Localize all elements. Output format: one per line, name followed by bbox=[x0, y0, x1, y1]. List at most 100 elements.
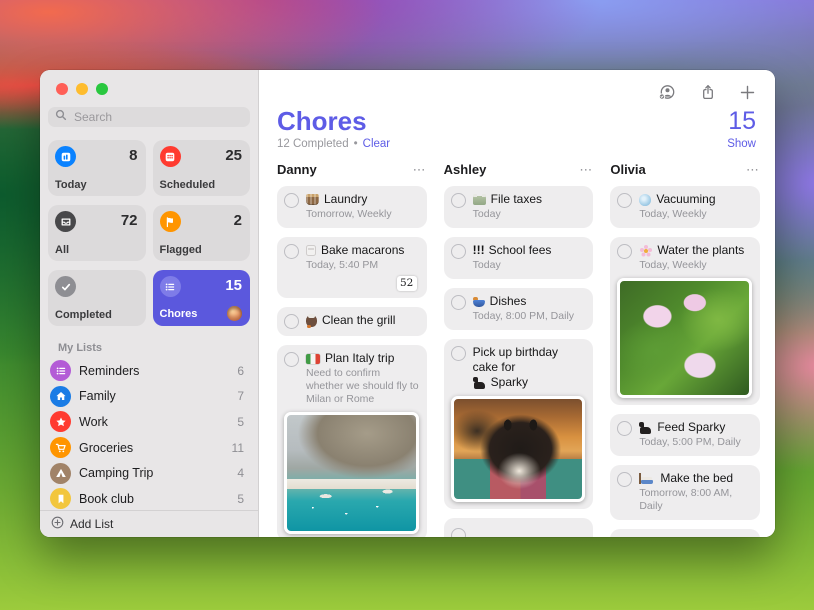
add-list-button[interactable]: Add List bbox=[40, 510, 258, 537]
reminder-dishes[interactable]: Dishes Today, 8:00 PM, Daily bbox=[444, 288, 594, 330]
more-options-icon[interactable]: ⋯ bbox=[746, 165, 760, 175]
sidebar-item-family[interactable]: Family 7 bbox=[40, 384, 258, 410]
tile-label: All bbox=[55, 244, 69, 256]
more-options-icon[interactable]: ⋯ bbox=[579, 165, 593, 175]
add-list-label: Add List bbox=[70, 517, 113, 531]
vacuum-emoji bbox=[639, 194, 651, 206]
assign-contact-icon[interactable] bbox=[658, 81, 676, 103]
reminder-plan-italy-trip[interactable]: Plan Italy trip Need to confirm whether … bbox=[277, 345, 427, 537]
complete-radio[interactable] bbox=[284, 244, 299, 259]
desktop-wallpaper: 8 Today 25 Scheduled 72 bbox=[0, 0, 814, 610]
smart-list-completed[interactable]: Completed bbox=[48, 270, 146, 326]
smart-list-today[interactable]: 8 Today bbox=[48, 140, 146, 196]
close-button[interactable] bbox=[56, 83, 68, 95]
reminder-subtitle: Today bbox=[473, 208, 586, 221]
laundry-basket-emoji bbox=[306, 194, 319, 205]
smart-list-scheduled[interactable]: 25 Scheduled bbox=[153, 140, 251, 196]
tile-label: Chores bbox=[160, 308, 198, 320]
smart-list-flagged[interactable]: 2 Flagged bbox=[153, 205, 251, 261]
list-bullet-icon bbox=[160, 276, 181, 297]
sidebar-item-book-club[interactable]: Book club 5 bbox=[40, 486, 258, 512]
smart-lists-grid: 8 Today 25 Scheduled 72 bbox=[48, 140, 250, 326]
reminder-file-taxes[interactable]: File taxes Today bbox=[444, 186, 594, 228]
count-badge: 8 bbox=[129, 146, 137, 166]
reminder-clean-the-grill[interactable]: Clean the grill bbox=[277, 307, 427, 336]
complete-radio[interactable] bbox=[451, 193, 466, 208]
dog-photo[interactable] bbox=[451, 396, 586, 502]
calendar-grid-icon bbox=[160, 146, 181, 167]
reminder-title: Plan Italy trip bbox=[325, 351, 394, 366]
complete-radio[interactable] bbox=[451, 346, 466, 361]
smart-list-chores[interactable]: 15 Chores bbox=[153, 270, 251, 326]
reminder-title: Laundry bbox=[324, 192, 367, 207]
flowers-photo[interactable] bbox=[617, 278, 752, 398]
minimize-button[interactable] bbox=[76, 83, 88, 95]
complete-radio[interactable] bbox=[617, 193, 632, 208]
complete-radio[interactable] bbox=[617, 472, 632, 487]
sidebar-item-work[interactable]: Work 5 bbox=[40, 409, 258, 435]
reminder-water-the-plants[interactable]: Water the plants Today, Weekly bbox=[610, 237, 760, 405]
star-icon bbox=[50, 411, 71, 432]
tile-label: Completed bbox=[55, 309, 112, 321]
complete-radio[interactable] bbox=[617, 244, 632, 259]
reminder-subtitle: Today, 5:40 PM bbox=[306, 259, 419, 272]
count-badge: 15 bbox=[225, 276, 242, 296]
list-count: 4 bbox=[237, 466, 244, 480]
smart-list-all[interactable]: 72 All bbox=[48, 205, 146, 261]
new-reminder-row[interactable] bbox=[610, 529, 760, 537]
share-icon[interactable] bbox=[700, 81, 716, 103]
reminder-title: Feed Sparky bbox=[657, 420, 725, 435]
main-content: Chores 15 12 Completed • Clear Show Dann… bbox=[259, 70, 775, 537]
grill-food-emoji bbox=[306, 315, 317, 327]
sidebar-item-camping-trip[interactable]: Camping Trip 4 bbox=[40, 460, 258, 486]
show-completed-link[interactable]: Show bbox=[727, 138, 756, 150]
column-danny: Danny ⋯ Laundry Tomorrow, Weekly bbox=[277, 162, 427, 537]
sidebar-item-reminders[interactable]: Reminders 6 bbox=[40, 358, 258, 384]
list-total-count: 15 bbox=[728, 108, 756, 135]
search-icon bbox=[55, 108, 67, 126]
complete-radio[interactable] bbox=[451, 244, 466, 259]
reminder-bake-macarons[interactable]: Bake macarons Today, 5:40 PM 52 bbox=[277, 237, 427, 298]
zoom-button[interactable] bbox=[96, 83, 108, 95]
complete-radio[interactable] bbox=[284, 193, 299, 208]
list-label: Camping Trip bbox=[79, 466, 229, 480]
reminder-make-the-bed[interactable]: Make the bed Tomorrow, 8:00 AM, Daily bbox=[610, 465, 760, 520]
list-bullet-icon bbox=[50, 360, 71, 381]
dog-emoji bbox=[473, 377, 486, 389]
plus-circle-icon bbox=[51, 516, 64, 532]
column-title: Danny bbox=[277, 162, 317, 177]
reminder-title: Dishes bbox=[490, 294, 527, 309]
complete-radio[interactable] bbox=[451, 528, 466, 537]
add-reminder-icon[interactable] bbox=[740, 81, 755, 103]
attachment-thumbnail[interactable]: 52 bbox=[397, 276, 417, 291]
italy-flag-emoji bbox=[306, 354, 320, 364]
reminder-subtitle: Today, 5:00 PM, Daily bbox=[639, 436, 752, 449]
page-title: Chores bbox=[277, 107, 367, 135]
more-options-icon[interactable]: ⋯ bbox=[413, 165, 427, 175]
list-label: Family bbox=[79, 389, 229, 403]
complete-radio[interactable] bbox=[284, 352, 299, 367]
clear-link[interactable]: Clear bbox=[363, 138, 390, 150]
complete-radio[interactable] bbox=[284, 314, 299, 329]
reminder-birthday-cake-sparky[interactable]: Pick up birthday cake for Sparky bbox=[444, 339, 594, 509]
reminder-school-fees[interactable]: !!!School fees Today bbox=[444, 237, 594, 279]
checkmark-icon bbox=[55, 276, 76, 297]
reminder-title: Sparky bbox=[491, 375, 528, 390]
reminder-laundry[interactable]: Laundry Tomorrow, Weekly bbox=[277, 186, 427, 228]
new-reminder-row[interactable] bbox=[444, 518, 594, 537]
sidebar-item-groceries[interactable]: Groceries 11 bbox=[40, 435, 258, 461]
complete-radio[interactable] bbox=[451, 295, 466, 310]
search-field[interactable] bbox=[48, 107, 250, 127]
reminder-title: Pick up birthday cake for bbox=[473, 345, 586, 375]
calendar-today-icon bbox=[55, 146, 76, 167]
column-ashley: Ashley ⋯ File taxes Today bbox=[444, 162, 594, 537]
reminder-subtitle: Today, Weekly bbox=[639, 208, 752, 221]
reminder-feed-sparky[interactable]: Feed Sparky Today, 5:00 PM, Daily bbox=[610, 414, 760, 456]
dog-emoji bbox=[639, 422, 652, 434]
italy-coast-photo[interactable] bbox=[284, 412, 419, 534]
complete-radio[interactable] bbox=[617, 421, 632, 436]
sidebar: 8 Today 25 Scheduled 72 bbox=[40, 70, 259, 537]
reminder-vacuuming[interactable]: Vacuuming Today, Weekly bbox=[610, 186, 760, 228]
cart-icon bbox=[50, 437, 71, 458]
search-input[interactable] bbox=[72, 109, 243, 125]
